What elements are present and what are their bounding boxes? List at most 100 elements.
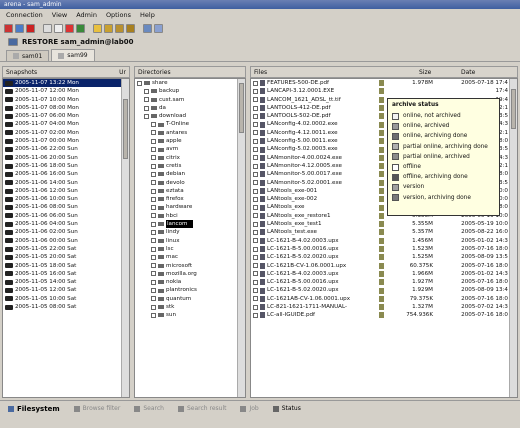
directory-node[interactable]: T-Online	[135, 120, 245, 128]
archive-icon[interactable]	[115, 23, 124, 33]
tab-sam01[interactable]: sam01	[6, 50, 50, 61]
file-expand-icon[interactable]	[253, 296, 258, 302]
snapshot-row[interactable]: 2005-11-07 13:22 Mon	[3, 79, 129, 88]
directory-node[interactable]: linux	[135, 237, 245, 245]
file-expand-icon[interactable]	[253, 138, 258, 144]
file-expand-icon[interactable]	[253, 238, 258, 244]
file-row[interactable]: LANtools_exe_test1 5.355M 2005-05-19 10:0	[251, 220, 517, 228]
file-expand-icon[interactable]	[253, 188, 258, 194]
expand-icon[interactable]	[151, 296, 156, 302]
snapshot-row[interactable]: 2005-11-05 18:00 Sat	[3, 262, 129, 270]
snapshot-row[interactable]: 2005-11-07 00:00 Mon	[3, 137, 129, 145]
restore-icon[interactable]	[126, 23, 135, 33]
file-row[interactable]: LC-1621-B-5.00.0016.upx 1.523M 2005-07-16 …	[251, 245, 517, 253]
file-expand-icon[interactable]	[253, 113, 258, 119]
file-expand-icon[interactable]	[253, 221, 258, 227]
expand-icon[interactable]	[151, 213, 156, 219]
job-tab[interactable]: Job	[240, 405, 259, 412]
directory-node[interactable]: hardware	[135, 203, 245, 211]
expand-icon[interactable]	[151, 205, 156, 211]
snapshot-row[interactable]: 2005-11-06 00:00 Sun	[3, 237, 129, 245]
directory-node[interactable]: cust.sam	[135, 96, 245, 104]
file-row[interactable]: LC-1621-B-5.00.0016.upx 1.927M 2005-07-16 …	[251, 278, 517, 286]
tile-icon[interactable]	[154, 23, 163, 33]
file-row[interactable]: LC-1621AB-CV-1.06.0001.upx 79.375K 2005-07…	[251, 295, 517, 303]
snapshot-row[interactable]: 2005-11-07 04:00 Mon	[3, 120, 129, 128]
directory-node[interactable]: apple	[135, 137, 245, 145]
snapshot-row[interactable]: 2005-11-06 14:00 Sun	[3, 179, 129, 187]
file-expand-icon[interactable]	[253, 229, 258, 235]
paste-icon[interactable]	[54, 23, 63, 33]
expand-icon[interactable]	[151, 263, 156, 269]
expand-icon[interactable]	[151, 304, 156, 310]
file-expand-icon[interactable]	[253, 180, 258, 186]
files-header[interactable]: Files Size Date	[250, 66, 518, 78]
snapshot-row[interactable]: 2005-11-05 20:00 Sat	[3, 253, 129, 261]
file-expand-icon[interactable]	[253, 163, 258, 169]
expand-icon[interactable]	[151, 147, 156, 153]
expand-icon[interactable]	[151, 171, 156, 177]
expand-icon[interactable]	[151, 221, 156, 227]
file-expand-icon[interactable]	[253, 254, 258, 260]
file-expand-icon[interactable]	[253, 246, 258, 252]
snapshot-row[interactable]: 2005-11-05 12:00 Sat	[3, 286, 129, 294]
snapshots-header[interactable]: Snapshots Ur	[2, 66, 130, 78]
snapshot-row[interactable]: 2005-11-06 16:00 Sun	[3, 170, 129, 178]
directory-node[interactable]: debian	[135, 170, 245, 178]
menu-admin[interactable]: Admin	[76, 11, 97, 19]
expand-icon[interactable]	[151, 288, 156, 294]
file-expand-icon[interactable]	[253, 171, 258, 177]
directory-node[interactable]: lancom	[135, 220, 245, 229]
file-expand-icon[interactable]	[253, 196, 258, 202]
unlock-icon[interactable]	[104, 23, 113, 33]
snapshot-row[interactable]: 2005-11-06 20:00 Sun	[3, 154, 129, 162]
directory-node[interactable]: eztata	[135, 187, 245, 195]
search-tab[interactable]: Search	[134, 405, 164, 412]
file-row[interactable]: LANCAPI-3.12.0001.EXE 17:4	[251, 87, 517, 95]
expand-icon[interactable]	[151, 188, 156, 194]
expand-icon[interactable]	[151, 254, 156, 260]
snapshot-row[interactable]: 2005-11-06 06:00 Sun	[3, 212, 129, 220]
file-expand-icon[interactable]	[253, 130, 258, 136]
move-icon[interactable]	[76, 23, 85, 33]
directory-node[interactable]: stk	[135, 303, 245, 311]
directory-node[interactable]: devolo	[135, 179, 245, 187]
file-row[interactable]: LC-1621-B-5.02.0020.upx 1.525M 2005-08-09 …	[251, 253, 517, 261]
snapshot-row[interactable]: 2005-11-06 04:00 Sun	[3, 220, 129, 228]
file-expand-icon[interactable]	[253, 122, 258, 128]
expand-icon[interactable]	[151, 138, 156, 144]
snapshot-row[interactable]: 2005-11-05 16:00 Sat	[3, 270, 129, 278]
file-expand-icon[interactable]	[253, 88, 258, 94]
directories-tree[interactable]: share backup cust.sam da download T-Online ant…	[134, 78, 246, 398]
menu-view[interactable]: View	[52, 11, 67, 19]
file-row[interactable]: LC-1621B-CV-1.06.0001.upx 60.375K 2005-07-…	[251, 262, 517, 270]
expand-icon[interactable]	[151, 122, 156, 128]
directories-header[interactable]: Directories	[134, 66, 246, 78]
snapshot-row[interactable]: 2005-11-07 12:00 Mon	[3, 87, 129, 95]
expand-icon[interactable]	[151, 312, 156, 318]
expand-icon[interactable]	[144, 105, 149, 111]
directory-node[interactable]: nokia	[135, 278, 245, 286]
file-expand-icon[interactable]	[253, 80, 258, 86]
file-expand-icon[interactable]	[253, 147, 258, 153]
expand-icon[interactable]	[144, 97, 149, 103]
refresh-icon[interactable]	[15, 23, 24, 33]
copy-icon[interactable]	[43, 23, 52, 33]
file-row[interactable]: LANtools_test.exe 5.357M 2005-08-22 16:0	[251, 228, 517, 236]
expand-icon[interactable]	[151, 196, 156, 202]
files-scrollbar[interactable]	[509, 79, 517, 397]
directory-node[interactable]: plantronics	[135, 286, 245, 294]
expand-icon[interactable]	[144, 113, 149, 119]
directory-node[interactable]: lsc	[135, 245, 245, 253]
lock-icon[interactable]	[93, 23, 102, 33]
expand-icon[interactable]	[151, 279, 156, 285]
file-expand-icon[interactable]	[253, 271, 258, 277]
expand-icon[interactable]	[137, 80, 142, 86]
status-tab[interactable]: Status	[272, 405, 301, 412]
snapshot-row[interactable]: 2005-11-05 14:00 Sat	[3, 278, 129, 286]
expand-icon[interactable]	[151, 180, 156, 186]
file-expand-icon[interactable]	[253, 279, 258, 285]
expand-icon[interactable]	[151, 271, 156, 277]
expand-icon[interactable]	[151, 163, 156, 169]
file-row[interactable]: LC-all-IGUIDE.pdf 754.936K 2005-07-16 18:0	[251, 311, 517, 319]
